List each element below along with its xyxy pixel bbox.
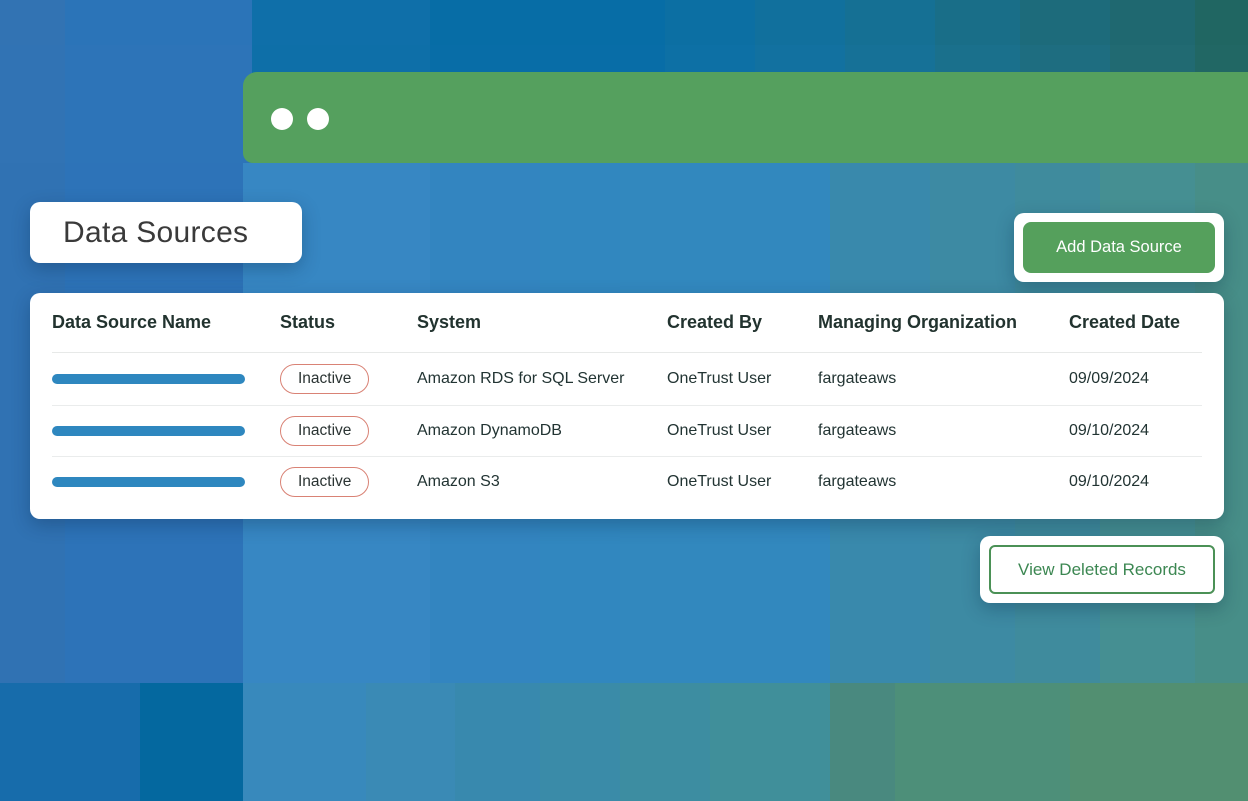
window-dot-icon	[307, 108, 329, 130]
column-header-created-date: Created Date	[1069, 312, 1202, 333]
created-date-cell: 09/09/2024	[1069, 370, 1202, 388]
column-header-system: System	[417, 312, 667, 333]
status-cell: Inactive	[280, 364, 417, 394]
column-header-created-by: Created By	[667, 312, 818, 333]
page-background: Data Sources Add Data Source Data Source…	[0, 0, 1248, 801]
column-header-data-source-name: Data Source Name	[52, 312, 280, 333]
add-data-source-card: Add Data Source	[1014, 213, 1224, 282]
created-by-cell: OneTrust User	[667, 473, 818, 491]
created-by-cell: OneTrust User	[667, 370, 818, 388]
page-title: Data Sources	[30, 216, 248, 250]
column-header-status: Status	[280, 312, 417, 333]
redacted-name-bar	[52, 374, 245, 384]
status-cell: Inactive	[280, 416, 417, 446]
status-badge: Inactive	[280, 364, 369, 394]
managing-organization-cell: fargateaws	[818, 473, 1069, 491]
data-source-name-cell	[52, 477, 280, 487]
redacted-name-bar	[52, 477, 245, 487]
created-date-cell: 09/10/2024	[1069, 473, 1202, 491]
system-cell: Amazon S3	[417, 473, 667, 491]
status-badge: Inactive	[280, 416, 369, 446]
status-badge-label: Inactive	[298, 370, 351, 388]
table-row[interactable]: Inactive Amazon DynamoDB OneTrust User f…	[52, 405, 1202, 457]
managing-organization-cell: fargateaws	[818, 422, 1069, 440]
system-cell: Amazon RDS for SQL Server	[417, 370, 667, 388]
redacted-name-bar	[52, 426, 245, 436]
table-header-row: Data Source Name Status System Created B…	[52, 293, 1202, 353]
data-source-name-cell	[52, 426, 280, 436]
table-row[interactable]: Inactive Amazon S3 OneTrust User fargate…	[52, 456, 1202, 508]
status-badge-label: Inactive	[298, 422, 351, 440]
view-deleted-records-button[interactable]: View Deleted Records	[989, 545, 1215, 594]
created-date-cell: 09/10/2024	[1069, 422, 1202, 440]
system-cell: Amazon DynamoDB	[417, 422, 667, 440]
data-source-name-cell	[52, 374, 280, 384]
data-sources-table: Data Source Name Status System Created B…	[30, 293, 1224, 519]
status-badge: Inactive	[280, 467, 369, 497]
table-body: Inactive Amazon RDS for SQL Server OneTr…	[52, 353, 1202, 508]
created-by-cell: OneTrust User	[667, 422, 818, 440]
add-data-source-button[interactable]: Add Data Source	[1023, 222, 1215, 273]
status-badge-label: Inactive	[298, 473, 351, 491]
page-title-card: Data Sources	[30, 202, 302, 263]
browser-window-titlebar	[243, 72, 1248, 163]
status-cell: Inactive	[280, 467, 417, 497]
table-row[interactable]: Inactive Amazon RDS for SQL Server OneTr…	[52, 353, 1202, 405]
column-header-managing-organization: Managing Organization	[818, 312, 1069, 333]
window-dot-icon	[271, 108, 293, 130]
managing-organization-cell: fargateaws	[818, 370, 1069, 388]
view-deleted-records-card: View Deleted Records	[980, 536, 1224, 603]
